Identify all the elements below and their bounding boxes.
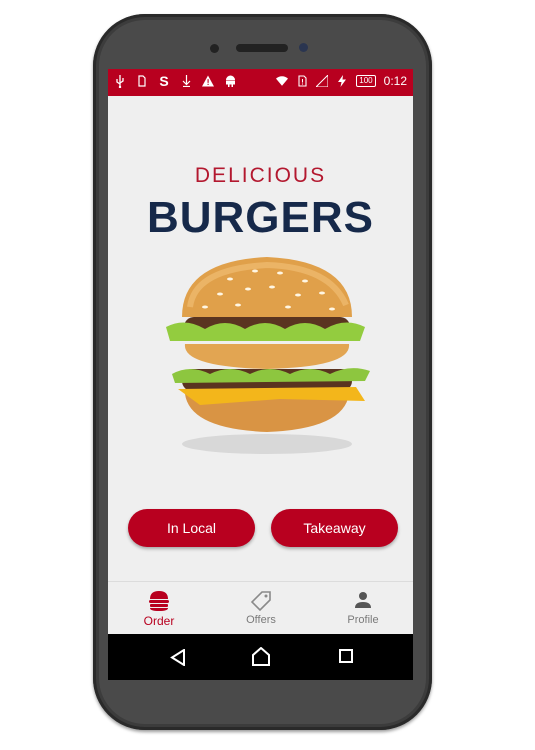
signal-icon [316,74,329,88]
battery-level: 100 [356,75,376,87]
home-icon[interactable] [252,647,270,666]
tab-profile[interactable]: Profile [312,582,413,635]
logo-title: BURGERS [146,193,375,242]
person-icon [355,592,371,608]
s-icon: S [159,73,169,89]
in-local-button[interactable]: In Local [128,509,255,547]
logo-tagline: DELICIOUS [194,164,327,187]
sim-icon [136,74,148,88]
proximity-sensor [299,43,308,52]
tag-icon [251,591,271,612]
tab-offers-label: Offers [246,614,276,626]
bottom-tab-bar: Order Offers Profile [108,581,413,635]
recent-apps-icon[interactable] [339,649,353,663]
android-icon [224,74,236,88]
wifi-icon [276,74,289,88]
warning-icon [202,74,214,88]
tab-order[interactable]: Order [108,582,210,635]
status-clock: 0:12 [383,74,407,88]
burger-icon [149,591,169,611]
takeaway-button[interactable]: Takeaway [271,509,398,547]
usb-icon [114,74,126,88]
front-camera [210,44,219,53]
status-bar: S 100 0:12 [108,69,413,96]
system-nav-bar [108,634,413,680]
app-screen: S 100 0:12 DELICIOUS BURGERS In Local Ta… [108,69,413,680]
tab-profile-label: Profile [347,614,379,626]
tab-offers[interactable]: Offers [210,582,312,635]
burger-image [166,257,370,454]
back-icon[interactable] [170,649,186,666]
sim-alert-icon [296,74,308,88]
earpiece-speaker [236,44,288,52]
tab-order-label: Order [143,614,175,628]
charging-icon [336,74,348,88]
download-icon [180,74,192,88]
